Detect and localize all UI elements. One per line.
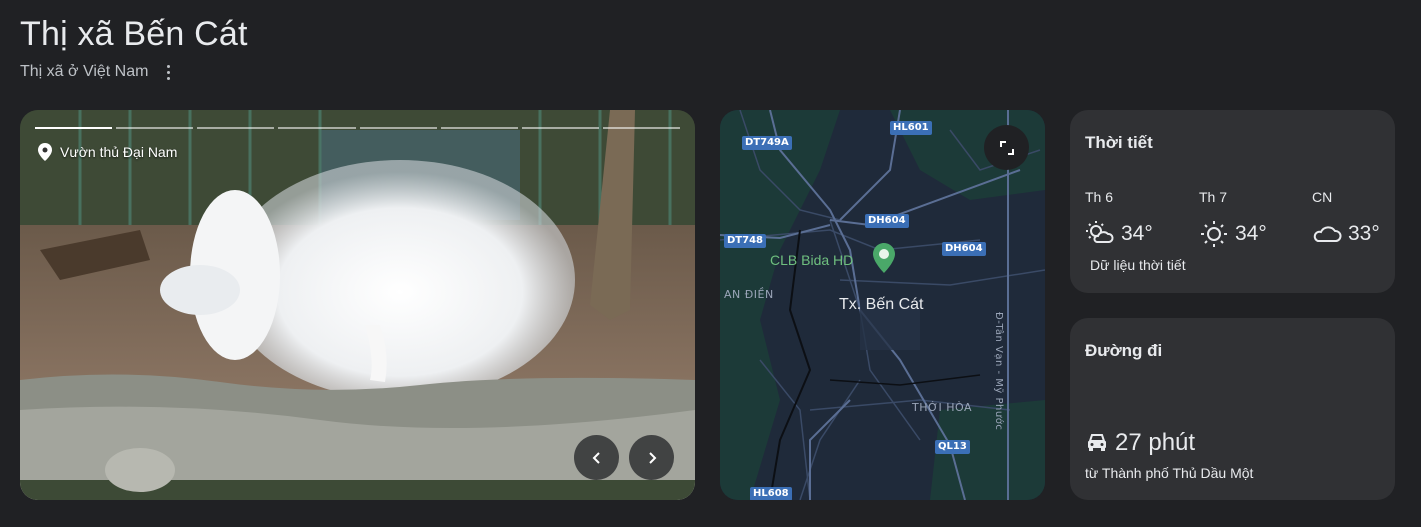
weather-day[interactable]: Th 7 34° — [1199, 189, 1289, 248]
map[interactable]: DT749A HL601 DH604 DT748 DH604 QL13 HL60… — [720, 110, 1045, 500]
road-badge: QL13 — [935, 440, 970, 454]
slide-progress — [35, 127, 680, 129]
day-temp: 34° — [1235, 222, 1267, 245]
slide-indicator[interactable] — [197, 127, 275, 129]
chevron-right-icon — [648, 451, 656, 464]
next-photo-button[interactable] — [629, 435, 674, 480]
location-pin-icon — [38, 143, 52, 161]
chevron-left-icon — [592, 451, 600, 464]
weather-day[interactable]: Th 6 34° — [1085, 189, 1175, 248]
town-label: Tx. Bến Cát — [839, 296, 924, 313]
route-origin: từ Thành phố Thủ Dầu Một — [1085, 465, 1254, 481]
road-badge: HL608 — [750, 487, 792, 500]
day-name: CN — [1312, 189, 1333, 205]
subtitle: Thị xã ở Việt Nam — [20, 63, 149, 80]
previous-photo-button[interactable] — [574, 435, 619, 480]
subtitle-row: Thị xã ở Việt Nam — [20, 63, 248, 81]
more-options-icon[interactable] — [162, 63, 174, 81]
expand-icon — [999, 140, 1014, 155]
photo-carousel[interactable]: Vườn thủ Đại Nam — [20, 110, 695, 500]
car-icon — [1088, 434, 1106, 451]
slide-indicator[interactable] — [278, 127, 356, 129]
slide-indicator[interactable] — [359, 127, 437, 129]
day-name: Th 7 — [1199, 189, 1228, 205]
day-temp: 33° — [1348, 222, 1380, 245]
area-label: AN ĐIỀN — [724, 288, 774, 301]
cloudy-icon — [1313, 226, 1342, 242]
road-badge: DT748 — [724, 234, 766, 248]
photo-location-label: Vườn thủ Đại Nam — [60, 144, 178, 160]
photo-location[interactable]: Vườn thủ Đại Nam — [38, 143, 177, 161]
slide-indicator[interactable] — [521, 127, 599, 129]
area-label: THỚI HÒA — [912, 401, 973, 414]
day-temp: 34° — [1121, 222, 1153, 245]
directions-card[interactable]: Đường đi 27 phút từ Thành phố Thủ Dầu Mộ… — [1070, 318, 1395, 500]
weather-day[interactable]: CN 33° — [1312, 189, 1402, 248]
billiards-pin-icon[interactable] — [873, 243, 895, 273]
partly-sunny-icon — [1086, 221, 1114, 243]
slide-indicator[interactable] — [440, 127, 518, 129]
road-badge: DT749A — [742, 136, 792, 150]
slide-indicator[interactable] — [35, 127, 113, 129]
directions-title: Đường đi — [1085, 341, 1163, 360]
road-badge: DH604 — [865, 214, 909, 228]
day-name: Th 6 — [1085, 189, 1114, 205]
weather-source-link[interactable]: Dữ liệu thời tiết — [1090, 257, 1186, 273]
map-poi-label[interactable]: CLB Bida HD — [770, 252, 853, 268]
expand-map-button[interactable] — [984, 125, 1029, 170]
weather-title: Thời tiết — [1085, 133, 1153, 152]
sunny-icon — [1201, 221, 1227, 247]
route-summary: 27 phút — [1086, 429, 1195, 457]
road-badge: HL601 — [890, 121, 932, 135]
slide-indicator[interactable] — [602, 127, 680, 129]
page-title: Thị xã Bến Cát — [20, 15, 248, 53]
road-name-label: Đ-Tân Vạn - Mỹ Phước — [993, 312, 1004, 431]
header: Thị xã Bến Cát Thị xã ở Việt Nam — [20, 14, 248, 81]
route-time: 27 phút — [1115, 429, 1196, 456]
road-badge: DH604 — [942, 242, 986, 256]
weather-card[interactable]: Thời tiết Th 6 34° Th 7 34° CN 33° Dữ li… — [1070, 110, 1395, 293]
slide-indicator[interactable] — [116, 127, 194, 129]
